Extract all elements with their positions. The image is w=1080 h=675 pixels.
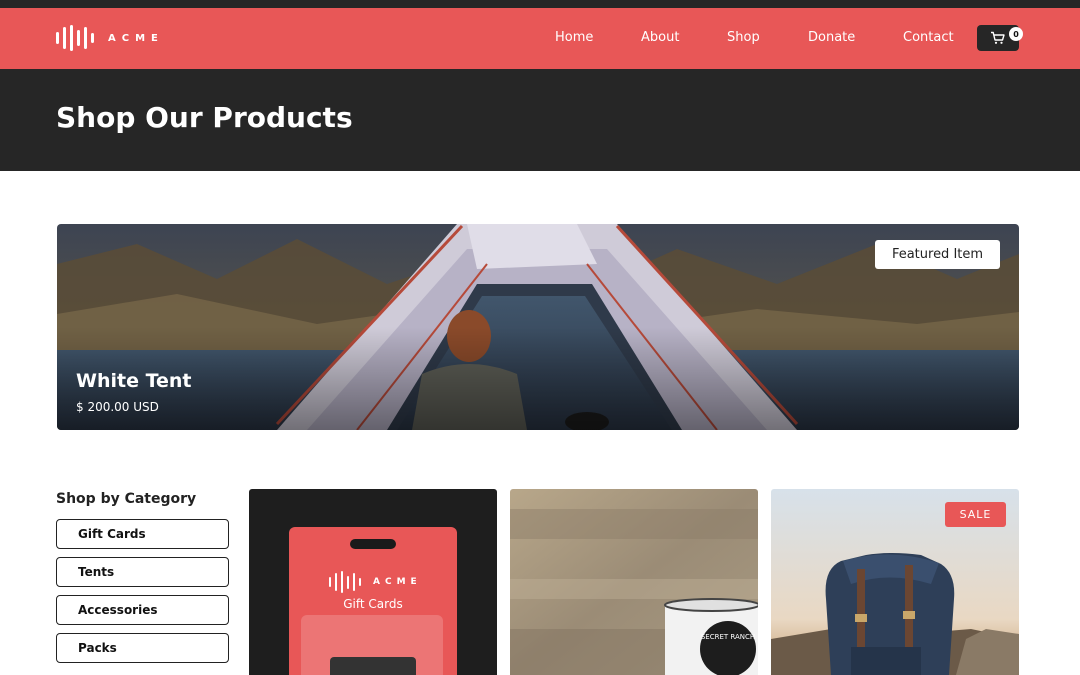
gift-card-logo: ACME bbox=[329, 569, 422, 595]
logo-wordmark: ACME bbox=[108, 32, 164, 44]
shopping-cart-icon bbox=[991, 31, 1005, 44]
nav-link-shop[interactable]: Shop bbox=[727, 30, 760, 45]
product-card-backpack[interactable]: SALE bbox=[771, 489, 1019, 675]
gift-card-label: Gift Cards bbox=[343, 597, 403, 611]
category-button-gift-cards[interactable]: Gift Cards bbox=[56, 519, 229, 549]
top-strip bbox=[0, 0, 1080, 8]
gift-card-brand: ACME bbox=[373, 577, 422, 587]
featured-product-price: $ 200.00 USD bbox=[76, 400, 159, 414]
nav-link-about[interactable]: About bbox=[641, 30, 679, 45]
product-card-gift-card[interactable]: ACME Gift Cards bbox=[249, 489, 497, 675]
featured-item-badge: Featured Item bbox=[875, 240, 1000, 269]
logo-icon bbox=[329, 569, 361, 595]
gift-card-image: ACME Gift Cards bbox=[289, 527, 457, 675]
gift-card-chip bbox=[330, 657, 416, 675]
category-title: Shop by Category bbox=[56, 491, 197, 507]
product-card-mug[interactable]: SECRET RANCH bbox=[510, 489, 758, 675]
nav-link-donate[interactable]: Donate bbox=[808, 30, 855, 45]
page-title: Shop Our Products bbox=[56, 101, 353, 134]
acme-logo[interactable]: ACME bbox=[56, 25, 164, 51]
nav-link-home[interactable]: Home bbox=[555, 30, 593, 45]
logo-icon bbox=[56, 25, 94, 51]
sale-badge: SALE bbox=[945, 502, 1006, 527]
cart-count-badge: 0 bbox=[1009, 27, 1023, 41]
category-button-packs[interactable]: Packs bbox=[56, 633, 229, 663]
featured-product-name[interactable]: White Tent bbox=[76, 370, 192, 392]
featured-product-banner[interactable]: Featured Item White Tent $ 200.00 USD bbox=[57, 224, 1019, 430]
navbar: ACME Home About Shop Donate Contact 0 bbox=[0, 8, 1080, 69]
nav-link-contact[interactable]: Contact bbox=[903, 30, 954, 45]
page-header: Shop Our Products bbox=[0, 69, 1080, 171]
category-button-accessories[interactable]: Accessories bbox=[56, 595, 229, 625]
mug-print-text: SECRET RANCH bbox=[701, 633, 755, 641]
gift-card-hanger-hole bbox=[350, 539, 396, 549]
enamel-mug-image: SECRET RANCH bbox=[510, 489, 758, 675]
category-button-tents[interactable]: Tents bbox=[56, 557, 229, 587]
